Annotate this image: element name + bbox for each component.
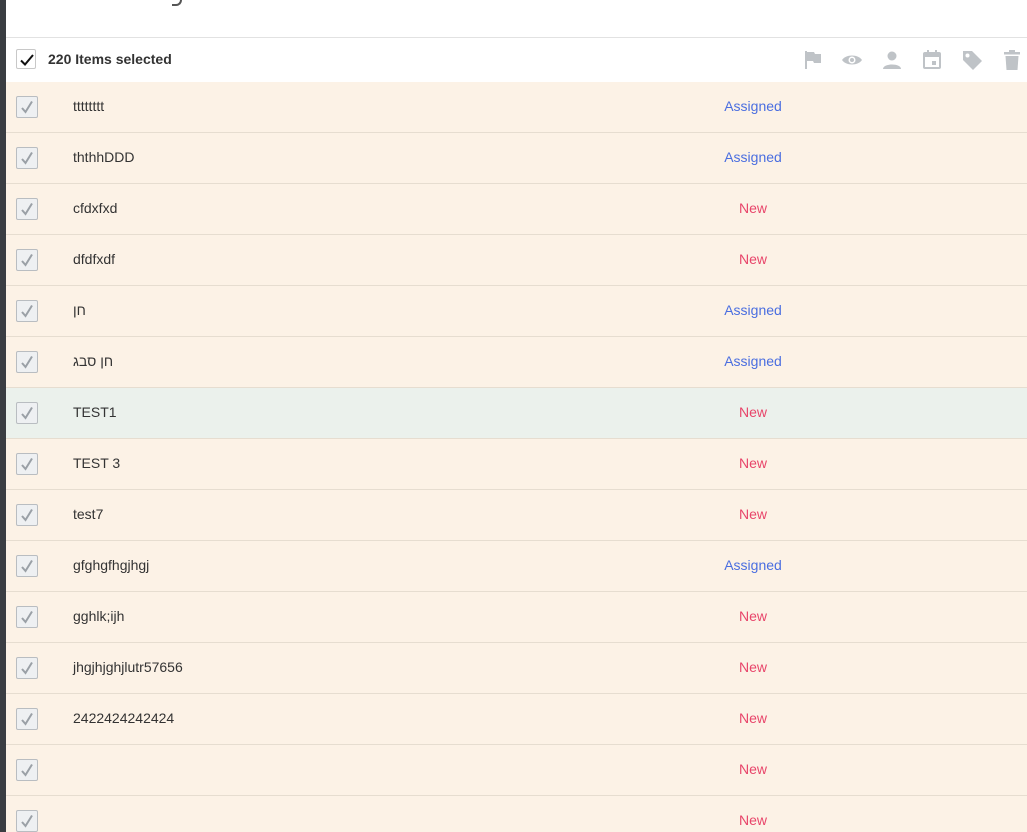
checkmark-icon: [21, 304, 33, 318]
row-checkbox[interactable]: [16, 606, 38, 628]
checkmark-icon: [21, 610, 33, 624]
bulk-selection-bar: 220 Items selected: [6, 38, 1027, 82]
row-checkbox[interactable]: [16, 96, 38, 118]
row-checkbox[interactable]: [16, 300, 38, 322]
select-all-checkbox[interactable]: [16, 49, 36, 69]
table-row[interactable]: חן סבג Assigned: [6, 337, 1027, 388]
checkmark-icon: [21, 100, 33, 114]
table-row[interactable]: gghlk;ijh New: [6, 592, 1027, 643]
status-badge: New: [738, 710, 767, 726]
row-title[interactable]: gfghgfhgjhgj: [73, 557, 149, 573]
app-frame: 220 Items selected tttttttt Assigned tht…: [0, 0, 1027, 832]
row-checkbox[interactable]: [16, 147, 38, 169]
row-title[interactable]: gghlk;ijh: [73, 608, 124, 624]
cutoff-glyph: [172, 0, 182, 6]
row-checkbox[interactable]: [16, 555, 38, 577]
row-title[interactable]: dfdfxdf: [73, 251, 115, 267]
checkmark-icon: [21, 355, 33, 369]
trash-icon[interactable]: [1000, 48, 1024, 72]
eye-icon[interactable]: [840, 48, 864, 72]
table-row[interactable]: TEST1 New: [6, 388, 1027, 439]
table-row[interactable]: tttttttt Assigned: [6, 82, 1027, 133]
checkmark-icon: [21, 661, 33, 675]
table-row[interactable]: New: [6, 796, 1027, 832]
table-row[interactable]: New: [6, 745, 1027, 796]
row-title[interactable]: ththhDDD: [73, 149, 134, 165]
row-checkbox[interactable]: [16, 453, 38, 475]
table-row[interactable]: test7 New: [6, 490, 1027, 541]
checkmark-icon: [21, 712, 33, 726]
status-badge: New: [738, 659, 767, 675]
calendar-icon[interactable]: [920, 48, 944, 72]
row-title[interactable]: cfdxfxd: [73, 200, 117, 216]
table-row[interactable]: 2422424242424 New: [6, 694, 1027, 745]
table-row[interactable]: dfdfxdf New: [6, 235, 1027, 286]
person-icon[interactable]: [880, 48, 904, 72]
status-badge: Assigned: [724, 98, 782, 114]
status-badge: New: [738, 608, 767, 624]
checkmark-icon: [21, 508, 33, 522]
status-badge: Assigned: [724, 149, 782, 165]
checkmark-icon: [21, 406, 33, 420]
row-checkbox[interactable]: [16, 657, 38, 679]
checkmark-icon: [21, 559, 33, 573]
status-badge: Assigned: [724, 353, 782, 369]
checkmark-icon: [21, 202, 33, 216]
top-header-area: [6, 0, 1027, 38]
checkmark-icon: [21, 151, 33, 165]
row-checkbox[interactable]: [16, 198, 38, 220]
row-title[interactable]: test7: [73, 506, 103, 522]
checkmark-icon: [21, 763, 33, 777]
status-badge: Assigned: [724, 557, 782, 573]
status-badge: Assigned: [724, 302, 782, 318]
row-checkbox[interactable]: [16, 708, 38, 730]
row-title[interactable]: חן: [73, 302, 86, 318]
row-title[interactable]: jhgjhjghjlutr57656: [73, 659, 183, 675]
row-title[interactable]: TEST 3: [73, 455, 120, 471]
checkmark-icon: [21, 253, 33, 267]
row-checkbox[interactable]: [16, 810, 38, 832]
row-checkbox[interactable]: [16, 402, 38, 424]
selection-count-label: 220 Items selected: [48, 51, 172, 67]
status-badge: New: [738, 404, 767, 420]
row-checkbox[interactable]: [16, 249, 38, 271]
row-checkbox[interactable]: [16, 504, 38, 526]
status-badge: New: [738, 812, 767, 828]
row-title[interactable]: 2422424242424: [73, 710, 174, 726]
tag-icon[interactable]: [960, 48, 984, 72]
status-badge: New: [738, 200, 767, 216]
table-row[interactable]: ththhDDD Assigned: [6, 133, 1027, 184]
row-title[interactable]: TEST1: [73, 404, 117, 420]
checkmark-icon: [21, 814, 33, 828]
status-badge: New: [738, 251, 767, 267]
item-list: tttttttt Assigned ththhDDD Assigned cfdxfxd N…: [6, 82, 1027, 832]
row-title[interactable]: חן סבג: [73, 353, 113, 369]
row-title[interactable]: tttttttt: [73, 98, 104, 114]
row-checkbox[interactable]: [16, 351, 38, 373]
table-row[interactable]: cfdxfxd New: [6, 184, 1027, 235]
table-row[interactable]: חן Assigned: [6, 286, 1027, 337]
table-row[interactable]: TEST 3 New: [6, 439, 1027, 490]
row-checkbox[interactable]: [16, 759, 38, 781]
table-row[interactable]: jhgjhjghjlutr57656 New: [6, 643, 1027, 694]
checkmark-icon: [21, 457, 33, 471]
flag-icon[interactable]: [801, 48, 825, 72]
status-badge: New: [738, 761, 767, 777]
status-badge: New: [738, 506, 767, 522]
table-row[interactable]: gfghgfhgjhgj Assigned: [6, 541, 1027, 592]
status-badge: New: [738, 455, 767, 471]
